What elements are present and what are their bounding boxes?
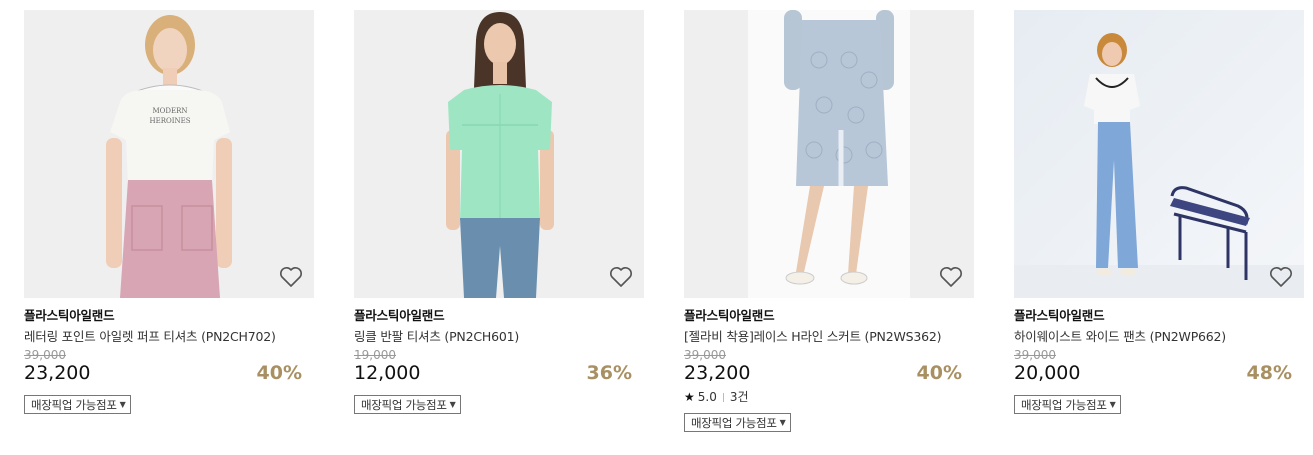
sale-price: 23,200: [684, 362, 751, 384]
rating-score: 5.0: [697, 390, 717, 404]
store-pickup-label: 매장픽업 가능점포: [1021, 397, 1107, 412]
print-text-line1: MODERN: [152, 107, 187, 115]
store-pickup-label: 매장픽업 가능점포: [31, 397, 117, 412]
brand-name[interactable]: 플라스틱아일랜드: [24, 309, 314, 323]
caret-down-icon: ▼: [1109, 400, 1116, 409]
product-grid: MODERN HEROINES 플라스틱아일랜드 레터링 포인트 아일렛 퍼프 …: [0, 0, 1313, 455]
divider: [722, 392, 724, 402]
heart-outline-icon[interactable]: [609, 266, 633, 288]
original-price: 39,000: [684, 348, 726, 362]
product-card[interactable]: 플라스틱아일랜드 링클 반팔 티셔츠 (PN2CH601) 19,000 12,…: [354, 10, 644, 414]
brand-name[interactable]: 플라스틱아일랜드: [684, 309, 974, 323]
store-pickup-dropdown[interactable]: 매장픽업 가능점포 ▼: [354, 395, 462, 414]
sale-price: 20,000: [1014, 362, 1081, 384]
heart-outline-icon[interactable]: [939, 266, 963, 288]
store-pickup-dropdown[interactable]: 매장픽업 가능점포 ▼: [24, 395, 132, 414]
original-price: 39,000: [24, 348, 66, 362]
sale-price: 23,200: [24, 362, 91, 384]
review-count: 3건: [729, 390, 749, 404]
caret-down-icon: ▼: [119, 400, 126, 409]
heart-outline-icon[interactable]: [279, 266, 303, 288]
brand-name[interactable]: 플라스틱아일랜드: [1014, 309, 1304, 323]
discount-rate: 40%: [916, 362, 962, 384]
discount-rate: 36%: [586, 362, 632, 384]
product-image[interactable]: [354, 10, 644, 298]
product-photo: [684, 10, 974, 298]
product-image[interactable]: [684, 10, 974, 298]
print-text-line2: HEROINES: [149, 117, 190, 125]
product-title[interactable]: [젤라비 착용]레이스 H라인 스커트 (PN2WS362): [684, 328, 944, 345]
star-icon: ★: [684, 390, 695, 404]
product-image[interactable]: [1014, 10, 1304, 298]
product-title[interactable]: 하이웨이스트 와이드 팬츠 (PN2WP662): [1014, 328, 1274, 345]
product-title[interactable]: 레터링 포인트 아일렛 퍼프 티셔츠 (PN2CH702): [24, 328, 284, 345]
product-card[interactable]: MODERN HEROINES 플라스틱아일랜드 레터링 포인트 아일렛 퍼프 …: [24, 10, 314, 414]
product-photo: [1014, 10, 1304, 298]
store-pickup-label: 매장픽업 가능점포: [361, 397, 447, 412]
brand-name[interactable]: 플라스틱아일랜드: [354, 309, 644, 323]
product-card[interactable]: 플라스틱아일랜드 하이웨이스트 와이드 팬츠 (PN2WP662) 39,000…: [1014, 10, 1304, 414]
store-pickup-dropdown[interactable]: 매장픽업 가능점포 ▼: [684, 413, 792, 432]
caret-down-icon: ▼: [779, 418, 786, 427]
product-rating: ★ 5.0 3건: [684, 390, 974, 404]
original-price: 39,000: [1014, 348, 1056, 362]
discount-rate: 48%: [1246, 362, 1292, 384]
product-photo: [354, 10, 644, 298]
original-price: 19,000: [354, 348, 396, 362]
product-card[interactable]: 플라스틱아일랜드 [젤라비 착용]레이스 H라인 스커트 (PN2WS362) …: [684, 10, 974, 432]
sale-price: 12,000: [354, 362, 421, 384]
heart-outline-icon[interactable]: [1269, 266, 1293, 288]
store-pickup-label: 매장픽업 가능점포: [691, 415, 777, 430]
discount-rate: 40%: [256, 362, 302, 384]
product-title[interactable]: 링클 반팔 티셔츠 (PN2CH601): [354, 328, 614, 345]
store-pickup-dropdown[interactable]: 매장픽업 가능점포 ▼: [1014, 395, 1122, 414]
product-image[interactable]: MODERN HEROINES: [24, 10, 314, 298]
caret-down-icon: ▼: [449, 400, 456, 409]
product-photo: MODERN HEROINES: [24, 10, 314, 298]
